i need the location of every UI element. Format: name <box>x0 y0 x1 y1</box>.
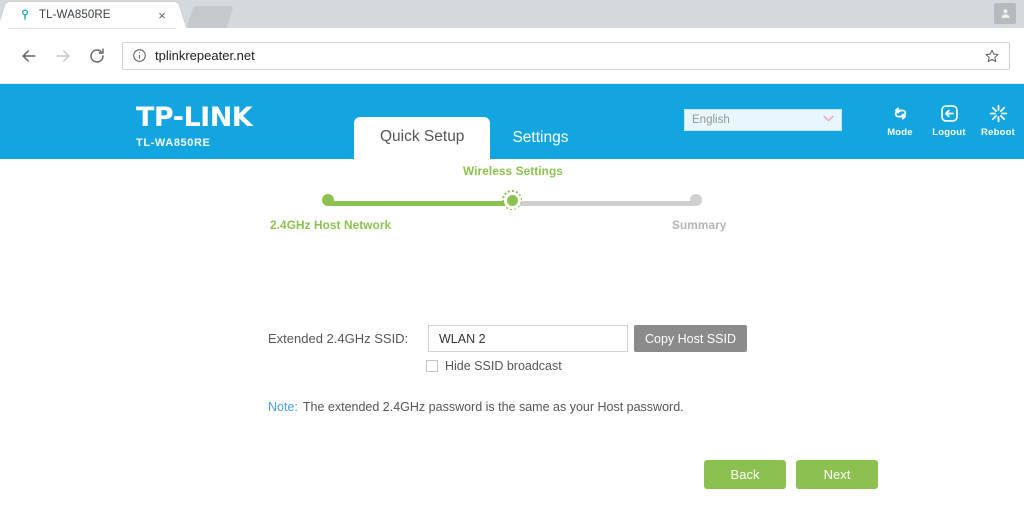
browser-tab[interactable]: TL-WA850RE × <box>8 2 176 28</box>
header-actions: Mode Logout Reboot <box>882 102 1016 138</box>
step-dot-complete <box>322 194 334 206</box>
page-content: 2.4GHz Host Network Wireless Settings Su… <box>0 159 1024 522</box>
ssid-input[interactable] <box>428 325 628 352</box>
mode-button[interactable]: Mode <box>882 102 918 138</box>
logout-label: Logout <box>932 127 966 138</box>
reboot-label: Reboot <box>981 127 1015 138</box>
chevron-down-icon <box>823 115 834 125</box>
reboot-burst-icon <box>988 102 1009 124</box>
step-label-host-network: 2.4GHz Host Network <box>270 218 392 232</box>
logout-button[interactable]: Logout <box>931 102 967 138</box>
step-label-wireless-settings: Wireless Settings <box>463 164 563 178</box>
form-actions: Back Next <box>704 460 878 489</box>
tab-settings[interactable]: Settings <box>490 119 590 159</box>
device-model: TL-WA850RE <box>136 137 211 149</box>
tplink-favicon-icon <box>18 8 32 22</box>
tab-quick-setup[interactable]: Quick Setup <box>354 117 491 159</box>
copy-host-ssid-button[interactable]: Copy Host SSID <box>634 325 748 352</box>
reboot-button[interactable]: Reboot <box>980 102 1016 138</box>
browser-toolbar: tplinkrepeater.net <box>0 28 1024 84</box>
brand-block: TP-LINK TL-WA850RE <box>136 102 253 149</box>
address-bar-url: tplinkrepeater.net <box>155 48 255 63</box>
next-button[interactable]: Next <box>796 460 878 489</box>
step-dot-inactive <box>690 194 702 206</box>
close-icon[interactable]: × <box>154 7 170 23</box>
hide-ssid-row[interactable]: Hide SSID broadcast <box>426 359 562 373</box>
language-select-value: English <box>692 114 730 126</box>
note-text-row: Note: The extended 2.4GHz password is the… <box>268 400 684 414</box>
new-tab-button[interactable] <box>186 6 234 28</box>
star-outline-icon[interactable] <box>983 47 1001 65</box>
ssid-label: Extended 2.4GHz SSID: <box>268 331 409 346</box>
browser-tab-title: TL-WA850RE <box>39 9 111 21</box>
arrow-right-icon <box>48 41 78 71</box>
tplink-logo: TP-LINK <box>136 102 253 133</box>
hide-ssid-label: Hide SSID broadcast <box>445 359 562 373</box>
note-body: The extended 2.4GHz password is the same… <box>302 400 684 414</box>
step-dot-current <box>506 194 518 206</box>
stepper-progress-fill <box>328 201 512 206</box>
address-bar[interactable]: tplinkrepeater.net <box>122 41 1010 70</box>
language-select[interactable]: English <box>684 109 842 131</box>
mode-cycle-icon <box>890 102 911 124</box>
browser-chrome: TL-WA850RE × tplinkrepeater.net <box>0 0 1024 84</box>
reload-icon[interactable] <box>82 41 112 71</box>
back-button[interactable]: Back <box>704 460 786 489</box>
main-nav-tabs: Quick Setup Settings <box>354 117 590 159</box>
hide-ssid-checkbox[interactable] <box>426 360 438 372</box>
browser-tabstrip: TL-WA850RE × <box>0 0 1024 28</box>
note-keyword: Note: <box>268 400 298 414</box>
info-circle-icon[interactable] <box>131 48 147 64</box>
ssid-field-row: Extended 2.4GHz SSID: Copy Host SSID <box>268 325 748 352</box>
arrow-left-icon[interactable] <box>14 41 44 71</box>
tplink-header: TP-LINK TL-WA850RE Quick Setup Settings … <box>0 84 1024 159</box>
step-label-summary: Summary <box>672 218 727 232</box>
setup-progress-stepper: 2.4GHz Host Network Wireless Settings Su… <box>232 159 792 233</box>
user-avatar-icon[interactable] <box>994 3 1016 24</box>
logout-icon <box>939 102 960 124</box>
mode-label: Mode <box>887 127 913 138</box>
